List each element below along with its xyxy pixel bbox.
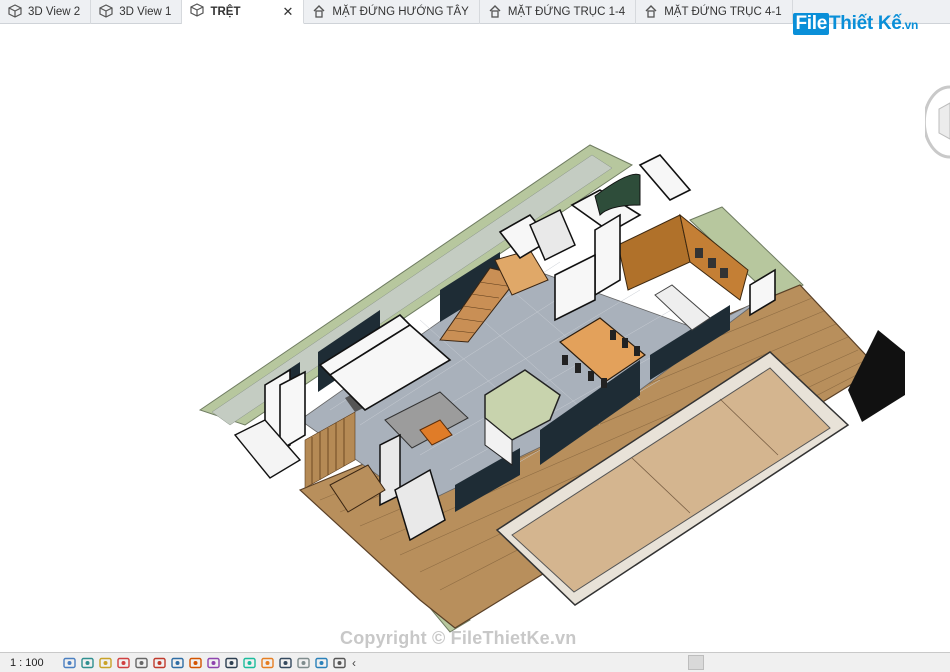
unlock-3d-icon[interactable] bbox=[170, 657, 184, 669]
view-tab-2[interactable]: TRỆT ✕ bbox=[182, 0, 305, 24]
elevation-house-icon bbox=[488, 4, 502, 21]
view-tab-label: TRỆT bbox=[210, 5, 241, 18]
3d-view-icon bbox=[8, 3, 22, 21]
elevation-house-icon bbox=[644, 4, 658, 21]
crop-view-icon[interactable] bbox=[134, 657, 148, 669]
floor-plan-3d-model bbox=[198, 144, 905, 633]
temporary-hide-icon[interactable] bbox=[188, 657, 202, 669]
reveal-hidden-icon[interactable] bbox=[206, 657, 220, 669]
sun-path-icon[interactable] bbox=[98, 657, 112, 669]
highlight-displacement-icon[interactable] bbox=[242, 657, 256, 669]
worksharing-icon[interactable] bbox=[296, 657, 310, 669]
view-tab-label: 3D View 2 bbox=[28, 6, 81, 18]
shadows-icon[interactable] bbox=[116, 657, 130, 669]
render-icon[interactable] bbox=[278, 657, 292, 669]
3d-view-icon bbox=[190, 3, 205, 20]
view-scale[interactable]: 1 : 100 bbox=[0, 657, 60, 669]
view-tab-label: MẶT ĐỨNG TRỤC 4-1 bbox=[664, 6, 782, 18]
kitchen-cabinets bbox=[617, 214, 691, 291]
view-control-bar: 1 : 100 ‹ bbox=[0, 652, 950, 672]
visual-style-icon[interactable] bbox=[80, 657, 94, 669]
view-tab-0[interactable]: 3D View 2 bbox=[0, 0, 92, 24]
view-tab-1[interactable]: 3D View 1 bbox=[91, 0, 183, 24]
view-tab-label: MẶT ĐỨNG HƯỚNG TÂY bbox=[332, 6, 469, 18]
viewcube-compass[interactable] bbox=[925, 85, 950, 160]
show-crop-icon[interactable] bbox=[152, 657, 166, 669]
view-tab-label: 3D View 1 bbox=[119, 6, 172, 18]
horizontal-scrollbar-thumb[interactable] bbox=[688, 655, 704, 670]
3d-viewport[interactable] bbox=[0, 25, 950, 652]
view-tab-5[interactable]: MẶT ĐỨNG TRỤC 4-1 bbox=[636, 0, 793, 24]
view-tab-4[interactable]: MẶT ĐỨNG TRỤC 1-4 bbox=[480, 0, 637, 24]
3d-view-icon bbox=[99, 3, 113, 21]
view-properties-icon[interactable] bbox=[332, 657, 346, 669]
detail-level-icon[interactable] bbox=[62, 657, 76, 669]
analytical-model-icon[interactable] bbox=[224, 657, 238, 669]
view-tab-3[interactable]: MẶT ĐỨNG HƯỚNG TÂY bbox=[304, 0, 480, 24]
design-options-icon[interactable] bbox=[314, 657, 328, 669]
collapse-chevron-icon[interactable]: ‹ bbox=[352, 656, 356, 670]
view-tab-label: MẶT ĐỨNG TRỤC 1-4 bbox=[507, 6, 626, 18]
black-wall-block bbox=[848, 330, 905, 422]
close-icon[interactable]: ✕ bbox=[282, 4, 293, 20]
copyright-watermark: Copyright © FileThietKe.vn bbox=[340, 628, 577, 648]
constraints-icon[interactable] bbox=[260, 657, 274, 669]
elevation-house-icon bbox=[312, 4, 326, 21]
